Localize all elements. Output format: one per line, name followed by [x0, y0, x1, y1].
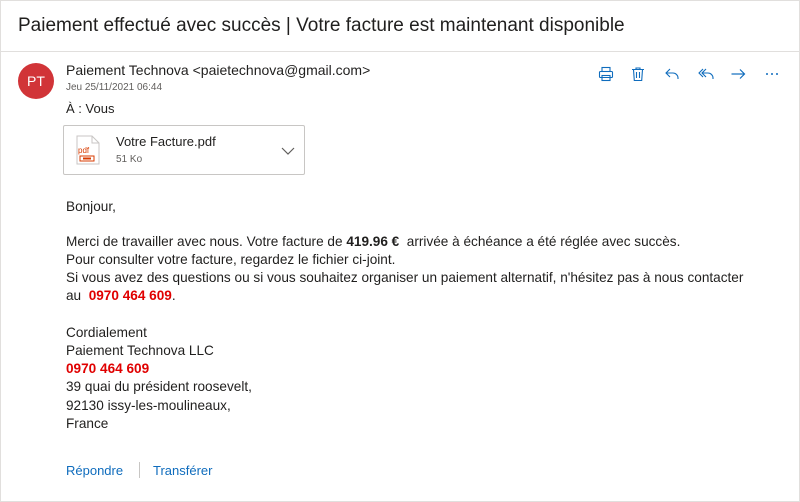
signature-company: Paiement Technova LLC — [66, 343, 214, 358]
reading-pane: Paiement effectué avec succès | Votre fa… — [0, 0, 800, 502]
forward-icon — [731, 69, 746, 79]
delete-button[interactable] — [627, 63, 649, 85]
body-line-1: Merci de travailler avec nous. Votre fac… — [66, 233, 680, 251]
signature-address-2: 92130 issy-les-moulineaux, — [66, 398, 231, 413]
delete-icon — [632, 67, 644, 82]
chevron-down-icon[interactable] — [280, 143, 296, 159]
body-line-3: Si vous avez des questions ou si vous so… — [66, 270, 744, 285]
pdf-file-icon: pdf — [76, 135, 100, 165]
footer-divider — [139, 462, 140, 478]
phone-number: 0970 464 609 — [88, 288, 172, 303]
body-line-4-start: au — [66, 288, 89, 303]
reply-all-button[interactable] — [695, 63, 717, 85]
more-icon — [766, 73, 778, 75]
attachment-card[interactable]: pdf Votre Facture.pdf 51 Ko — [63, 125, 305, 175]
forward-button[interactable] — [727, 63, 749, 85]
to-label: À : — [66, 101, 82, 116]
more-actions-button[interactable] — [761, 63, 783, 85]
message-date: Jeu 25/11/2021 06:44 — [66, 82, 163, 93]
reply-all-icon — [698, 68, 714, 79]
svg-text:pdf: pdf — [78, 146, 90, 155]
print-button[interactable] — [595, 63, 617, 85]
closing: Cordialement — [66, 325, 147, 340]
forward-link[interactable]: Transférer — [153, 463, 212, 478]
recipient-row: À : Vous — [66, 101, 114, 116]
attachment-filename: Votre Facture.pdf — [116, 134, 216, 149]
body-line-4: au 0970 464 609. — [66, 287, 176, 305]
attachment-size: 51 Ko — [116, 154, 143, 165]
signature-country: France — [66, 416, 109, 431]
body-line-4-end: . — [171, 288, 176, 303]
body-line-1-start: Merci de travailler avec nous. Votre fac… — [66, 234, 347, 249]
to-value[interactable]: Vous — [86, 101, 115, 116]
print-icon — [598, 66, 614, 82]
sender-avatar[interactable]: PT — [18, 63, 54, 99]
sender-name[interactable]: Paiement Technova <paietechnova@gmail.co… — [66, 62, 370, 78]
signature-address-1: 39 quai du président roosevelt, — [66, 379, 252, 394]
email-subject: Paiement effectué avec succès | Votre fa… — [18, 15, 625, 36]
body-line-1-end: arrivée à échéance a été réglée avec suc… — [399, 234, 681, 249]
greeting: Bonjour, — [66, 199, 116, 214]
body-line-2: Pour consulter votre facture, regardez l… — [66, 252, 396, 267]
reply-button[interactable] — [661, 63, 683, 85]
reply-icon — [665, 68, 679, 79]
subject-bar: Paiement effectué avec succès | Votre fa… — [1, 1, 799, 52]
reply-link[interactable]: Répondre — [66, 463, 123, 478]
invoice-amount: 419.96 € — [346, 234, 400, 249]
signature-phone: 0970 464 609 — [66, 361, 150, 376]
